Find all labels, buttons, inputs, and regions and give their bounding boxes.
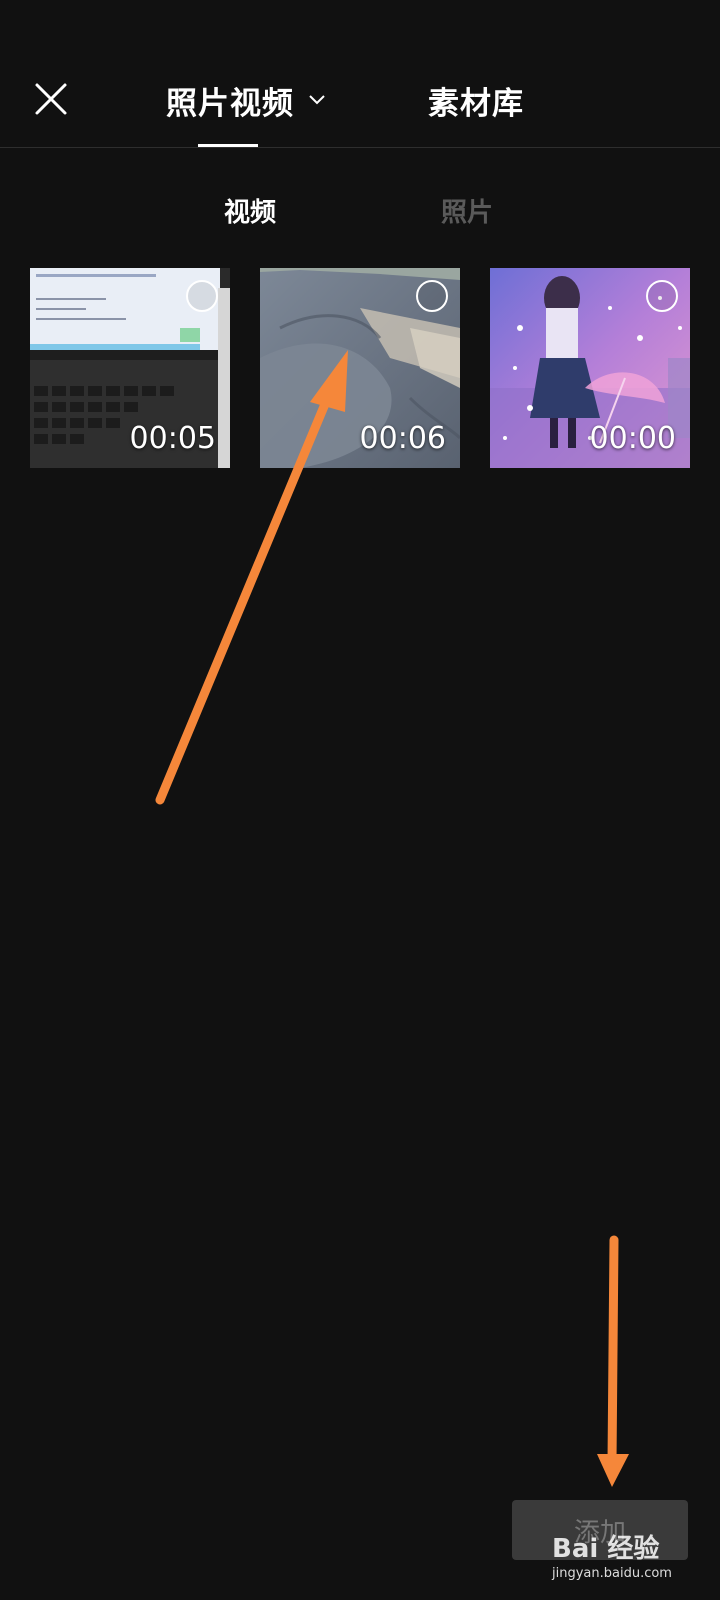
annotation-arrow-up	[155, 387, 335, 805]
annotation-arrowhead-up	[310, 350, 348, 412]
annotation-arrowhead-down	[597, 1454, 629, 1487]
annotation-arrow-down	[607, 1235, 619, 1467]
watermark-brand: Bai 经验	[552, 1534, 660, 1564]
watermark-url: jingyan.baidu.com	[552, 1566, 672, 1581]
annotation-arrows	[155, 350, 629, 1487]
baidu-watermark: Bai 经验 jingyan.baidu.com	[552, 1528, 712, 1592]
